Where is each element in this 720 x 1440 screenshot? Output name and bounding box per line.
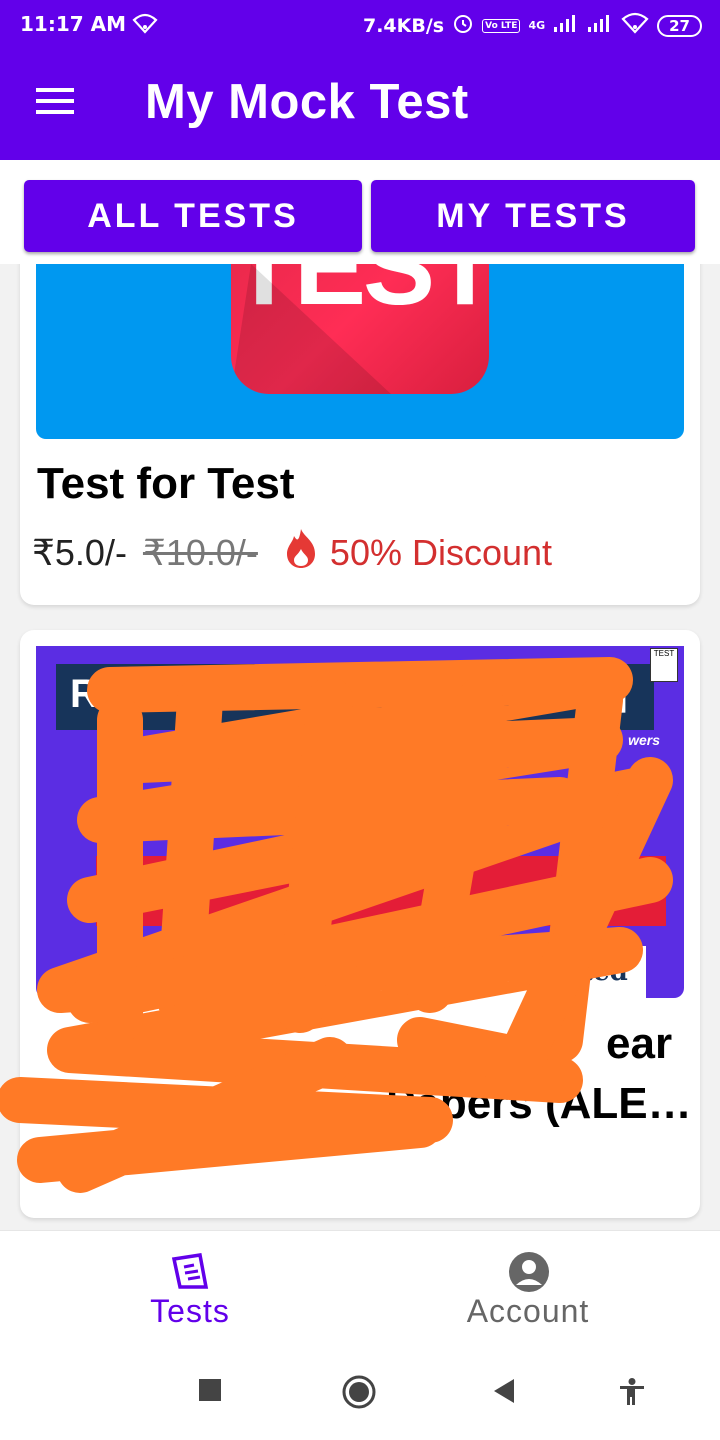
nav-account[interactable]: Account bbox=[348, 1231, 708, 1361]
fire-icon bbox=[284, 527, 318, 578]
status-bar: 11:17 AM 7.4KB/s Vo LTE 4G 27 bbox=[0, 0, 720, 50]
battery-indicator: 27 bbox=[657, 14, 702, 37]
test-list[interactable]: TEST Test for Test ₹5.0/- ₹10.0/- 50% Di… bbox=[0, 264, 720, 1230]
status-right-group: 7.4KB/s Vo LTE 4G 27 bbox=[363, 12, 702, 39]
tab-my-tests[interactable]: MY TESTS bbox=[371, 180, 695, 252]
test-title: Test for Test bbox=[37, 459, 295, 508]
recent-apps-icon[interactable] bbox=[198, 1378, 222, 1407]
test-tag-icon: TEST bbox=[650, 648, 678, 682]
test-banner-image: TEST bbox=[36, 264, 684, 439]
original-price: ₹10.0/- bbox=[142, 531, 258, 573]
bottom-navigation: Tests Account bbox=[0, 1230, 720, 1361]
app-bar: My Mock Test bbox=[0, 50, 720, 160]
banner-text-ns: ns) bbox=[388, 765, 472, 828]
banner-red-strip: 12 bbox=[96, 856, 666, 926]
nav-account-label: Account bbox=[466, 1293, 590, 1329]
title-fragment-1: ear bbox=[606, 1019, 673, 1068]
discount-label: 50% Discount bbox=[329, 531, 553, 573]
status-time: 11:17 AM bbox=[20, 12, 127, 36]
test-paper-icon bbox=[170, 1251, 210, 1291]
signal-icon-2 bbox=[587, 13, 613, 38]
banner-validity: Validity: Unlimited bbox=[336, 946, 646, 998]
back-icon[interactable] bbox=[492, 1378, 516, 1409]
hamburger-menu-icon[interactable] bbox=[36, 88, 76, 122]
volte-icon: Vo LTE bbox=[482, 18, 521, 33]
banner-text-answers: wers bbox=[628, 732, 660, 748]
test-card-2[interactable]: R त्र wers ns) 12 Validity: Unlimited TE… bbox=[20, 630, 700, 1218]
test-tag-text: TEST bbox=[653, 649, 675, 658]
alarm-icon bbox=[452, 12, 474, 39]
tabs-container: ALL TESTS MY TESTS bbox=[0, 160, 720, 264]
banner-text-hindi: त्र bbox=[608, 680, 628, 721]
wifi-icon-right bbox=[621, 12, 649, 39]
nav-tests-label: Tests bbox=[150, 1293, 230, 1329]
nav-tests[interactable]: Tests bbox=[10, 1231, 370, 1361]
signal-icon bbox=[553, 13, 579, 38]
banner-text-r: R bbox=[70, 672, 99, 716]
wifi-icon bbox=[132, 12, 158, 38]
title-fragment-2: Papers (ALE… bbox=[386, 1079, 692, 1128]
account-circle-icon bbox=[508, 1251, 549, 1292]
test-logo: TEST bbox=[231, 264, 489, 394]
accessibility-icon[interactable] bbox=[619, 1378, 645, 1411]
app-title: My Mock Test bbox=[145, 75, 469, 129]
network-type: 4G bbox=[528, 19, 546, 32]
network-speed: 7.4KB/s bbox=[362, 14, 445, 37]
banner-text-12: 12 bbox=[611, 868, 654, 910]
test-card[interactable]: TEST Test for Test ₹5.0/- ₹10.0/- 50% Di… bbox=[20, 264, 700, 605]
tab-all-tests[interactable]: ALL TESTS bbox=[24, 180, 362, 252]
price-row: ₹5.0/- ₹10.0/- 50% Discount bbox=[32, 527, 552, 578]
price: ₹5.0/- bbox=[32, 531, 127, 573]
system-navigation-bar bbox=[0, 1360, 720, 1440]
test-banner-image-2: R त्र wers ns) 12 Validity: Unlimited TE… bbox=[36, 646, 684, 998]
home-icon[interactable] bbox=[341, 1374, 377, 1415]
banner-header-strip: R त्र bbox=[56, 664, 654, 730]
